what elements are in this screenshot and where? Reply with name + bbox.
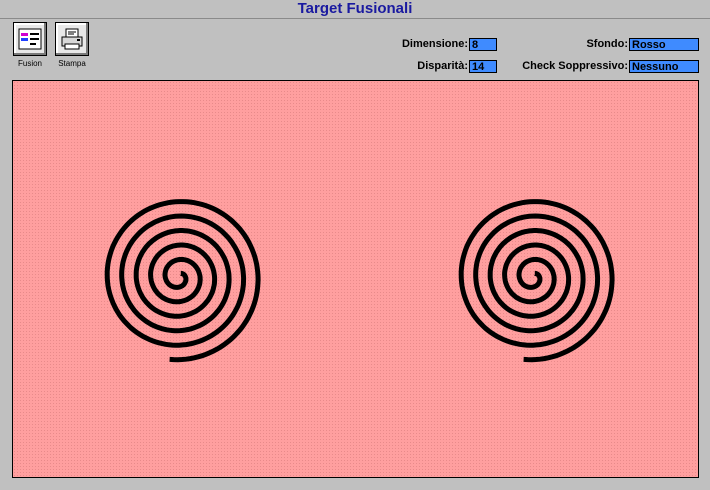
fusion-label: Fusion (17, 59, 42, 68)
dimensione-label: Dimensione: (401, 38, 468, 50)
left-spiral-target (104, 199, 261, 363)
window-titlebar: Target Fusionali (0, 0, 710, 19)
sfondo-label: Sfondo: (586, 38, 628, 50)
sfondo-field[interactable]: Rosso (629, 38, 699, 51)
disparita-label: Disparità: (417, 60, 468, 72)
toolbar: Fusion Stampa Dimensione: 8 Disparità: 1… (0, 20, 710, 78)
check-soppressivo-label: Check Soppressivo: (522, 60, 628, 72)
fusion-button[interactable] (13, 22, 47, 56)
stampa-tool[interactable]: Stampa (54, 22, 90, 68)
target-drawing (104, 199, 615, 363)
fusion-target-icon (18, 28, 42, 50)
check-soppressivo-field[interactable]: Nessuno (629, 60, 699, 73)
dimensione-field[interactable]: 8 (469, 38, 497, 51)
fusion-tool[interactable]: Fusion (12, 22, 48, 68)
right-spiral-target (458, 199, 615, 363)
disparita-field[interactable]: 14 (469, 60, 497, 73)
stampa-label: Stampa (58, 59, 86, 68)
window-title: Target Fusionali (297, 0, 413, 17)
printer-icon (61, 28, 83, 50)
stampa-button[interactable] (55, 22, 89, 56)
fusion-target-canvas (12, 80, 699, 478)
